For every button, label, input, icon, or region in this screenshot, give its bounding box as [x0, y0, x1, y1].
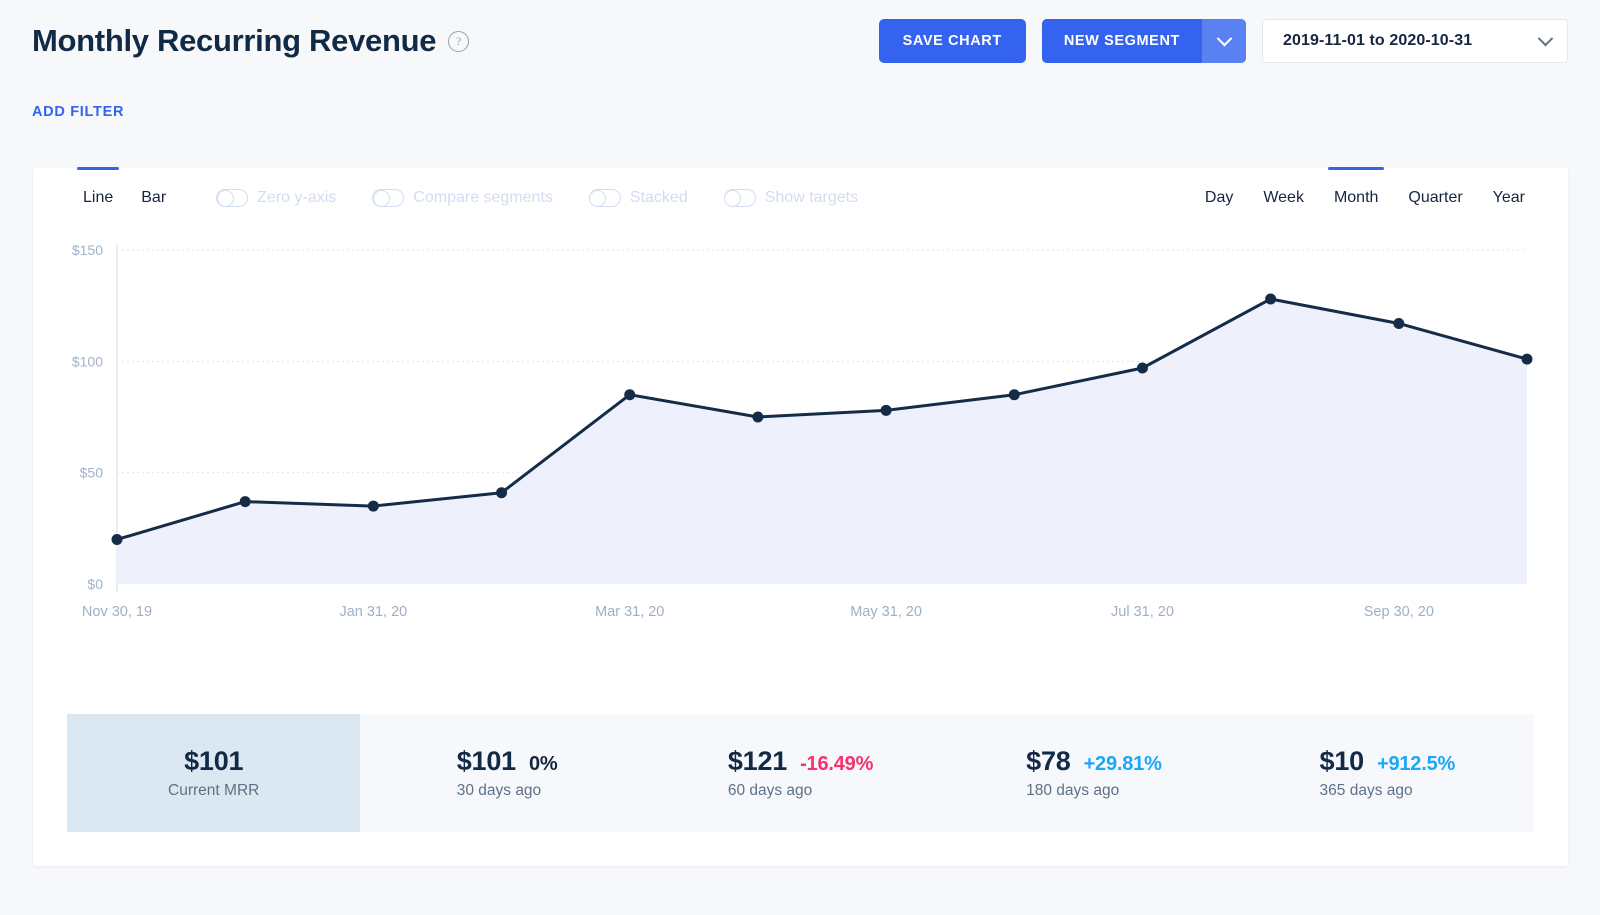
metric-delta: 0%	[528, 753, 558, 775]
metric-delta: -16.49%	[800, 753, 874, 775]
metric-main: $78 +29.81%	[1026, 746, 1162, 777]
metric-label: 30 days ago	[456, 782, 542, 799]
toggle-switch-icon	[216, 189, 249, 207]
metric-180-days-ago[interactable]: $78 +29.81% 180 days ago	[947, 714, 1240, 832]
svg-text:Jan 31, 20: Jan 31, 20	[339, 604, 407, 620]
toggle-zero-y-axis[interactable]: Zero y-axis	[216, 189, 336, 207]
new-segment-split-button: NEW SEGMENT	[1041, 19, 1246, 63]
date-range-value: 2019-11-01 to 2020-10-31	[1283, 32, 1473, 49]
metric-label: 365 days ago	[1319, 782, 1413, 799]
toggle-compare-segments[interactable]: Compare segments	[372, 189, 553, 207]
metric-content: $101 0% 30 days ago	[457, 746, 558, 800]
chevron-down-icon	[1216, 30, 1232, 46]
title-group: Monthly Recurring Revenue ?	[32, 23, 470, 59]
new-segment-button[interactable]: NEW SEGMENT	[1041, 19, 1202, 63]
metric-value: $78	[1026, 746, 1071, 776]
page-title: Monthly Recurring Revenue	[32, 23, 437, 58]
metric-label: Current MRR	[168, 782, 260, 799]
chart-card: Line Bar Zero y-axis Compare segments St…	[33, 167, 1568, 866]
toggle-switch-icon	[723, 189, 756, 207]
toggle-stacked-label: Stacked	[629, 189, 688, 206]
metric-main: $101 0%	[457, 746, 558, 777]
svg-text:May 31, 20: May 31, 20	[850, 604, 922, 620]
mrr-area-chart[interactable]: $0 $50 $100 $150 Nov 30, 19 Jan 31, 20 Mar 31,…	[33, 228, 1556, 658]
granularity-day[interactable]: Day	[1190, 168, 1248, 228]
svg-text:Nov 30, 19: Nov 30, 19	[82, 604, 152, 620]
metric-value: $10	[1319, 746, 1365, 776]
metric-current-mrr[interactable]: $101 Current MRR	[67, 714, 361, 832]
svg-text:$50: $50	[80, 465, 104, 481]
granularity-month[interactable]: Month	[1319, 167, 1393, 228]
header-actions: SAVE CHART NEW SEGMENT 2019-11-01 to 202…	[878, 19, 1568, 63]
toggle-zero-y-axis-label: Zero y-axis	[257, 189, 337, 206]
metric-365-days-ago[interactable]: $10 +912.5% 365 days ago	[1241, 714, 1534, 832]
granularity-tabs: Day Week Month Quarter Year	[1190, 167, 1540, 228]
toggle-compare-segments-label: Compare segments	[413, 189, 553, 206]
metric-value: $101	[456, 746, 516, 776]
svg-text:Mar 31, 20: Mar 31, 20	[595, 604, 664, 620]
chart-options-group: Line Bar Zero y-axis Compare segments St…	[69, 167, 859, 228]
toggle-switch-icon	[588, 189, 621, 207]
metric-main: $10 +912.5%	[1320, 746, 1456, 777]
mrr-dashboard-page: Monthly Recurring Revenue ? SAVE CHART N…	[0, 0, 1600, 915]
new-segment-dropdown-button[interactable]	[1202, 19, 1246, 63]
toggle-show-targets[interactable]: Show targets	[723, 189, 859, 207]
metric-content: $10 +912.5% 365 days ago	[1320, 746, 1456, 800]
metric-content: $78 +29.81% 180 days ago	[1026, 746, 1162, 800]
date-range-select[interactable]: 2019-11-01 to 2020-10-31	[1262, 19, 1568, 63]
chart-type-bar[interactable]: Bar	[127, 168, 180, 228]
metric-content: $101 Current MRR	[168, 746, 259, 800]
metric-label: 60 days ago	[727, 782, 813, 799]
granularity-quarter[interactable]: Quarter	[1393, 168, 1477, 228]
metric-30-days-ago[interactable]: $101 0% 30 days ago	[360, 714, 653, 832]
svg-text:$150: $150	[72, 242, 103, 258]
chevron-down-icon	[1537, 30, 1554, 46]
metric-value: $121	[727, 746, 788, 776]
metric-label: 180 days ago	[1026, 782, 1120, 799]
granularity-week[interactable]: Week	[1248, 168, 1319, 228]
page-header: Monthly Recurring Revenue ? SAVE CHART N…	[0, 0, 1600, 82]
toggle-show-targets-label: Show targets	[764, 189, 859, 206]
metrics-row: $101 Current MRR $101 0% 30 days ago $12…	[67, 714, 1534, 832]
add-filter-button[interactable]: ADD FILTER	[32, 104, 124, 120]
chart-type-line[interactable]: Line	[69, 167, 127, 228]
metric-delta: +29.81%	[1083, 753, 1162, 775]
metric-content: $121 -16.49% 60 days ago	[727, 746, 874, 800]
toggle-stacked[interactable]: Stacked	[588, 189, 688, 207]
metric-value: $101	[184, 746, 244, 776]
toggle-switch-icon	[372, 189, 405, 207]
question-mark-circle-icon[interactable]: ?	[448, 30, 470, 52]
save-chart-button[interactable]: SAVE CHART	[878, 19, 1026, 63]
svg-text:$100: $100	[72, 353, 103, 369]
svg-text:Jul 31, 20: Jul 31, 20	[1111, 604, 1174, 620]
chart-toolbar: Line Bar Zero y-axis Compare segments St…	[33, 167, 1568, 228]
svg-text:Sep 30, 20: Sep 30, 20	[1364, 604, 1434, 620]
metric-delta: +912.5%	[1376, 753, 1456, 775]
chart-canvas: $0 $50 $100 $150 Nov 30, 19 Jan 31, 20 Mar 31,…	[72, 242, 1533, 620]
svg-text:$0: $0	[87, 576, 103, 592]
metric-main: $121 -16.49%	[727, 746, 874, 777]
granularity-year[interactable]: Year	[1478, 168, 1540, 228]
metric-60-days-ago[interactable]: $121 -16.49% 60 days ago	[654, 714, 947, 832]
